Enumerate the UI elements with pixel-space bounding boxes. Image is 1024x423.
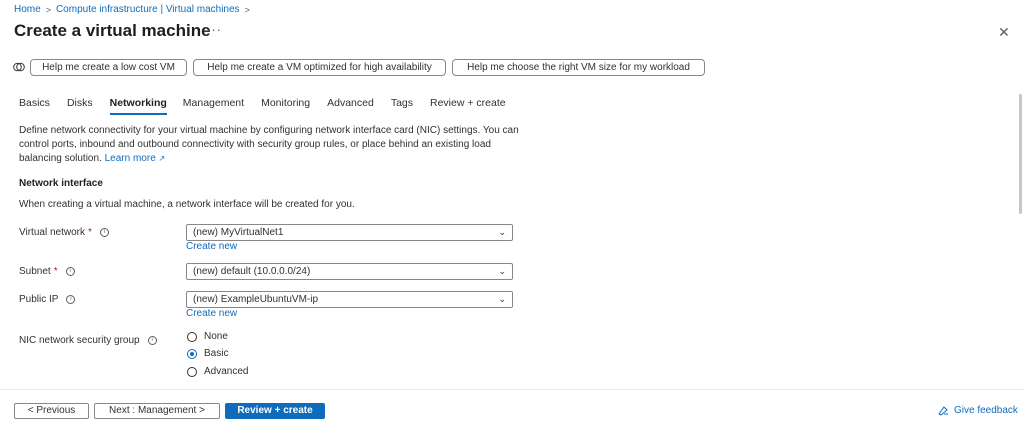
nic-nsg-label-text: NIC network security group [19, 335, 140, 346]
info-icon[interactable]: i [65, 267, 75, 276]
nsg-option-basic[interactable]: Basic [187, 348, 228, 359]
review-create-button[interactable]: Review + create [225, 403, 325, 419]
virtual-network-label-text: Virtual network [19, 227, 85, 238]
radio-button-selected[interactable] [187, 348, 197, 359]
virtual-network-value: (new) MyVirtualNet1 [193, 227, 284, 238]
subnet-label-text: Subnet [19, 266, 51, 277]
description-text: Define network connectivity for your vir… [19, 125, 519, 164]
chevron-down-icon: ⌄ [498, 294, 506, 304]
tab-bar: Basics Disks Networking Management Monit… [19, 97, 506, 115]
tab-basics[interactable]: Basics [19, 97, 50, 109]
tab-disks[interactable]: Disks [67, 97, 93, 109]
tab-networking[interactable]: Networking [109, 97, 167, 115]
nsg-option-none[interactable]: None [187, 331, 228, 342]
tab-monitoring[interactable]: Monitoring [261, 97, 310, 109]
virtual-network-create-new-link[interactable]: Create new [186, 241, 237, 252]
nsg-option-basic-label: Basic [204, 348, 229, 359]
breadcrumb-home[interactable]: Home [14, 4, 41, 15]
public-ip-label-text: Public IP [19, 294, 59, 305]
learn-more-link[interactable]: Learn more ↗ [105, 153, 166, 164]
virtual-network-label: Virtual network * i [19, 227, 109, 238]
next-management-button[interactable]: Next : Management > [94, 403, 220, 419]
subnet-label: Subnet * i [19, 266, 75, 277]
breadcrumb-separator: > [45, 4, 51, 15]
required-marker: * [87, 227, 92, 238]
close-icon[interactable]: ✕ [998, 24, 1010, 41]
network-interface-note: When creating a virtual machine, a netwo… [19, 199, 355, 210]
required-marker: * [53, 266, 58, 277]
nsg-option-advanced-label: Advanced [204, 366, 249, 377]
public-ip-select[interactable]: (new) ExampleUbuntuVM-ip ⌄ [186, 291, 513, 308]
nsg-option-none-label: None [204, 331, 228, 342]
subnet-select[interactable]: (new) default (10.0.0.0/24) ⌄ [186, 263, 513, 280]
public-ip-create-new-link[interactable]: Create new [186, 308, 237, 319]
footer-divider [0, 389, 1024, 390]
scrollbar[interactable] [1019, 94, 1022, 214]
tab-review-create[interactable]: Review + create [430, 97, 506, 109]
feedback-icon [938, 406, 948, 416]
public-ip-label: Public IP i [19, 294, 76, 305]
info-icon[interactable]: i [99, 228, 109, 237]
learn-more-label[interactable]: Learn more [105, 153, 156, 164]
breadcrumb-virtual-machines[interactable]: Compute infrastructure | Virtual machine… [56, 4, 240, 15]
chevron-down-icon: ⌄ [498, 227, 506, 237]
subnet-value: (new) default (10.0.0.0/24) [193, 266, 311, 277]
copilot-chip-low-cost-vm[interactable]: Help me create a low cost VM [30, 59, 187, 76]
copilot-chip-vm-size[interactable]: Help me choose the right VM size for my … [452, 59, 705, 76]
give-feedback-label[interactable]: Give feedback [954, 405, 1018, 416]
previous-button[interactable]: < Previous [14, 403, 89, 419]
section-heading-network-interface: Network interface [19, 178, 103, 189]
tab-tags[interactable]: Tags [391, 97, 413, 109]
give-feedback-link[interactable]: Give feedback [938, 405, 1018, 416]
external-link-icon: ↗ [158, 154, 166, 163]
nsg-option-advanced[interactable]: Advanced [187, 366, 248, 377]
copilot-icon [13, 62, 25, 72]
info-icon[interactable]: i [147, 336, 157, 345]
more-options-icon[interactable]: ··· [206, 22, 222, 37]
tab-management[interactable]: Management [183, 97, 244, 109]
page-title: Create a virtual machine [14, 21, 211, 40]
radio-button[interactable] [187, 331, 197, 342]
tab-advanced[interactable]: Advanced [327, 97, 374, 109]
public-ip-value: (new) ExampleUbuntuVM-ip [193, 294, 319, 305]
copilot-chip-high-availability[interactable]: Help me create a VM optimized for high a… [193, 59, 446, 76]
breadcrumb-separator: > [244, 4, 250, 15]
breadcrumb: Home > Compute infrastructure | Virtual … [14, 4, 250, 15]
radio-button[interactable] [187, 366, 197, 377]
nic-nsg-label: NIC network security group i [19, 335, 157, 346]
info-icon[interactable]: i [66, 295, 76, 304]
chevron-down-icon: ⌄ [498, 266, 506, 276]
networking-description: Define network connectivity for your vir… [19, 124, 519, 166]
virtual-network-select[interactable]: (new) MyVirtualNet1 ⌄ [186, 224, 513, 241]
